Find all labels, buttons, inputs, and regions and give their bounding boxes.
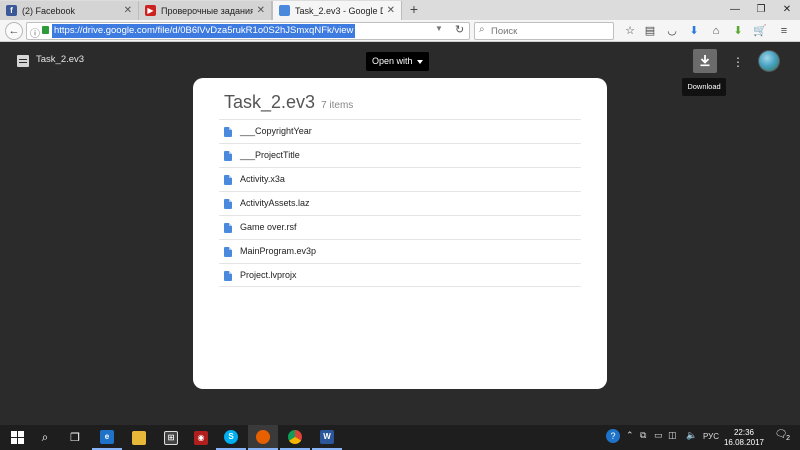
tab-verification-tasks[interactable]: ▶ Проверочные задания | Ле ✕ (139, 1, 272, 20)
edge-icon[interactable]: e (92, 425, 122, 450)
windows-logo-icon (10, 431, 24, 444)
start-button[interactable] (2, 425, 32, 450)
close-tab-icon[interactable]: ✕ (257, 5, 265, 16)
item-count: 7 items (321, 100, 354, 111)
list-item[interactable]: Project.lvprojx (219, 263, 581, 287)
file-name: Activity.x3a (240, 174, 285, 184)
skype-icon[interactable]: S (216, 425, 246, 450)
avatar[interactable] (758, 50, 780, 72)
clock[interactable]: 22:36 16.08.2017 (722, 428, 766, 448)
task-view-icon[interactable]: ❐ (60, 425, 90, 450)
list-item[interactable]: ___ProjectTitle (219, 143, 581, 167)
tab-google-drive[interactable]: Task_2.ev3 - Google Drive ✕ (272, 1, 402, 20)
file-icon (224, 271, 232, 281)
file-title: Task_2.ev3 (36, 54, 85, 65)
back-button[interactable]: ← (5, 22, 23, 40)
file-name: Project.lvprojx (240, 270, 297, 280)
list-item[interactable]: MainProgram.ev3p (219, 239, 581, 263)
file-icon (224, 151, 232, 161)
info-icon[interactable]: ⓘ (30, 25, 40, 40)
home-icon[interactable]: ⌂ (708, 23, 724, 39)
archive-title: Task_2.ev3 (224, 92, 316, 112)
show-hidden-icons-icon[interactable]: ⌃ (626, 430, 634, 441)
lock-icon (42, 26, 49, 34)
open-with-button[interactable]: Open with (366, 52, 429, 71)
shopping-cart-icon[interactable]: 🛒 (752, 23, 768, 39)
file-name: Game over.rsf (240, 222, 297, 232)
open-with-label: Open with (372, 56, 413, 66)
youtube-icon: ▶ (145, 5, 156, 16)
extension-download-icon[interactable]: ⬇ (730, 23, 746, 39)
download-button[interactable] (693, 49, 717, 73)
file-name: ___ProjectTitle (240, 150, 300, 160)
clock-date: 16.08.2017 (723, 438, 765, 447)
firefox-icon[interactable] (248, 425, 278, 450)
reading-list-icon[interactable]: ▤ (642, 23, 658, 39)
tab-label: Проверочные задания | Ле (161, 5, 253, 16)
file-icon (224, 223, 232, 233)
tab-label: Task_2.ev3 - Google Drive (295, 5, 383, 16)
file-icon (224, 199, 232, 209)
tab-facebook[interactable]: f (2) Facebook ✕ (0, 1, 139, 20)
search-icon[interactable]: ⌕ (30, 425, 60, 450)
close-window-button[interactable]: ✕ (774, 0, 800, 20)
browser-tab-strip: f (2) Facebook ✕ ▶ Проверочные задания |… (0, 0, 800, 20)
list-item[interactable]: Activity.x3a (219, 167, 581, 191)
action-center-icon[interactable]: 🗨 2 (772, 429, 790, 445)
file-icon (224, 175, 232, 185)
archive-contents-card: Task_2.ev3 7 items ___CopyrightYear ___Pr… (193, 78, 607, 389)
list-item[interactable]: Game over.rsf (219, 215, 581, 239)
store-icon[interactable]: ⊞ (156, 425, 186, 450)
volume-icon[interactable]: 🔈 (686, 430, 697, 441)
drive-file-viewer: Task_2.ev3 Open with Download ⋮ Task_2.e… (0, 42, 800, 425)
download-tooltip: Download (682, 78, 726, 96)
file-explorer-icon[interactable] (124, 425, 154, 450)
download-icon (700, 55, 710, 67)
google-drive-doc-icon (279, 5, 290, 16)
battery-icon[interactable]: ▭ (654, 430, 663, 441)
file-name: ActivityAssets.laz (240, 198, 310, 208)
document-icon (17, 55, 29, 67)
hamburger-menu-icon[interactable]: ≡ (776, 23, 792, 39)
more-options-icon[interactable]: ⋮ (732, 54, 744, 70)
network-icon[interactable]: ◫ (668, 430, 677, 441)
word-icon[interactable]: W (312, 425, 342, 450)
chrome-icon[interactable] (280, 425, 310, 450)
chevron-down-icon[interactable]: ▼ (435, 24, 443, 33)
new-tab-button[interactable]: + (406, 2, 422, 18)
list-item[interactable]: ActivityAssets.laz (219, 191, 581, 215)
close-tab-icon[interactable]: ✕ (124, 5, 132, 16)
help-icon[interactable]: ? (606, 429, 620, 443)
restore-window-button[interactable]: ❐ (748, 0, 774, 20)
dropbox-icon[interactable]: ⧉ (640, 430, 646, 441)
language-indicator[interactable]: РУС (703, 432, 719, 441)
minimize-window-button[interactable]: — (722, 0, 748, 20)
bookmark-star-icon[interactable]: ☆ (622, 23, 638, 39)
windows-taskbar: ⌕ ❐ e ⊞ ◉ S W ? ⌃ ⧉ ▭ ◫ 🔈 РУС 22:36 16.0… (0, 425, 800, 450)
file-icon (224, 127, 232, 137)
browser-navigation-bar: ← ⓘ https://drive.google.com/file/d/0B6l… (0, 20, 800, 42)
search-icon: ⌕ (479, 24, 485, 35)
file-name: MainProgram.ev3p (240, 246, 317, 256)
app-red-icon[interactable]: ◉ (186, 425, 216, 450)
facebook-icon: f (6, 5, 17, 16)
search-input[interactable] (491, 24, 609, 38)
address-bar[interactable]: ⓘ https://drive.google.com/file/d/0B6lVv… (26, 22, 470, 40)
pocket-icon[interactable]: ◡ (664, 23, 680, 39)
file-list: ___CopyrightYear ___ProjectTitle Activit… (219, 119, 581, 287)
tab-label: (2) Facebook (22, 5, 76, 16)
close-tab-icon[interactable]: ✕ (387, 5, 395, 16)
clock-time: 22:36 (733, 428, 755, 437)
card-header: Task_2.ev3 7 items (224, 92, 353, 113)
list-item[interactable]: ___CopyrightYear (219, 119, 581, 143)
search-bar[interactable]: ⌕ (474, 22, 614, 40)
file-name: ___CopyrightYear (240, 126, 312, 136)
notification-count: 2 (786, 435, 790, 442)
url-text[interactable]: https://drive.google.com/file/d/0B6lVvDz… (52, 24, 356, 38)
caret-down-icon (416, 59, 423, 64)
file-icon (224, 247, 232, 257)
reload-icon[interactable]: ↻ (455, 23, 464, 36)
downloads-icon[interactable]: ⬇ (686, 23, 702, 39)
